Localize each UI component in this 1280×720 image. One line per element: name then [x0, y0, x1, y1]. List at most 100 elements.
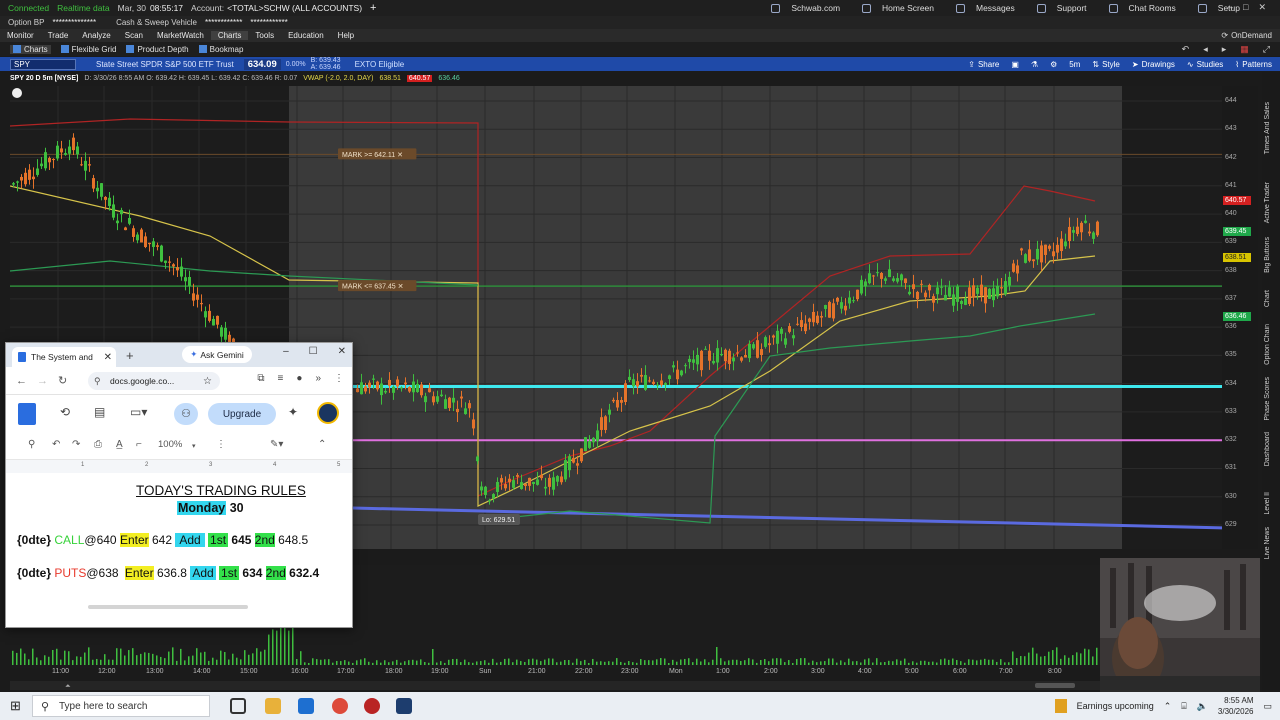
- symbol-input[interactable]: SPY: [10, 58, 76, 70]
- chart-scrollbar[interactable]: ⏶: [10, 681, 1222, 690]
- menu-analyze[interactable]: Analyze: [75, 31, 117, 40]
- news-widget[interactable]: Earnings upcoming: [1077, 701, 1154, 711]
- info-icon[interactable]: [12, 88, 22, 98]
- undo-icon[interactable]: ↶: [1182, 44, 1190, 55]
- ask-gemini-button[interactable]: ✦ Ask Gemini: [182, 346, 252, 363]
- share-button[interactable]: ⇪ Share: [968, 60, 999, 69]
- close-icon[interactable]: ✕: [338, 346, 346, 357]
- sidebar-tab[interactable]: Times And Sales: [1264, 102, 1271, 154]
- menu-kebab-icon[interactable]: ⋮: [334, 373, 344, 384]
- flask-icon[interactable]: ⚗: [1031, 60, 1038, 69]
- taskbar-clock[interactable]: 8:55 AM 3/30/2026: [1218, 695, 1254, 717]
- minimize-icon[interactable]: –: [283, 346, 289, 357]
- tray-chevron-icon[interactable]: ⌃: [1164, 701, 1172, 712]
- more-icon[interactable]: ⋮: [216, 439, 226, 450]
- browser-window-controls[interactable]: – ☐ ✕: [283, 346, 346, 357]
- collapse-icon[interactable]: ⌃: [318, 439, 326, 450]
- tab-charts[interactable]: Charts: [10, 44, 51, 54]
- sidebar-tab[interactable]: Dashboard: [1264, 432, 1271, 466]
- menu-trade[interactable]: Trade: [41, 31, 76, 40]
- sidebar-tab[interactable]: Chart: [1264, 290, 1271, 307]
- menu-scan[interactable]: Scan: [118, 31, 150, 40]
- chrome-icon[interactable]: [332, 698, 348, 714]
- reload-icon[interactable]: ↻: [58, 374, 67, 387]
- add-account-icon[interactable]: +: [370, 2, 376, 14]
- recorder-icon[interactable]: [364, 698, 380, 714]
- menu-charts[interactable]: Charts: [210, 31, 249, 40]
- profile-icon[interactable]: ●: [296, 373, 302, 384]
- google-docs-window[interactable]: The System and ✕ + ✦ Ask Gemini – ☐ ✕ ← →…: [5, 342, 353, 628]
- menu-education[interactable]: Education: [281, 31, 331, 40]
- back-icon[interactable]: ←: [16, 375, 27, 387]
- support-link[interactable]: Support: [1029, 3, 1087, 13]
- expand-icon[interactable]: ⤢: [1263, 44, 1270, 55]
- close-tab-icon[interactable]: ✕: [104, 352, 112, 363]
- forward-icon[interactable]: →: [37, 375, 48, 387]
- thinkorswim-icon[interactable]: [396, 698, 412, 714]
- sidebar-tab[interactable]: Option Chain: [1264, 324, 1271, 365]
- sidebar-tab[interactable]: Live News: [1264, 527, 1271, 559]
- print-icon[interactable]: ⎙: [94, 439, 102, 450]
- windows-start-icon[interactable]: ⊞: [10, 698, 21, 714]
- menu-help[interactable]: Help: [331, 31, 361, 40]
- zoom-chevron-icon[interactable]: ▾: [192, 442, 196, 450]
- menu-marketwatch[interactable]: MarketWatch: [150, 31, 211, 40]
- new-tab-icon[interactable]: +: [126, 348, 134, 363]
- tab-product-depth[interactable]: Product Depth: [126, 45, 189, 54]
- scroll-thumb[interactable]: [1035, 683, 1075, 688]
- more-tabs-icon[interactable]: »: [315, 373, 321, 384]
- ondemand-button[interactable]: ⟳ OnDemand: [1221, 29, 1272, 42]
- media-icon[interactable]: ≡: [278, 373, 284, 384]
- home-screen-link[interactable]: Home Screen: [854, 3, 934, 13]
- gear-icon[interactable]: ⚙: [1050, 60, 1057, 69]
- share-person-icon[interactable]: ⚇: [174, 403, 198, 425]
- timeframe-select[interactable]: 5m: [1069, 60, 1080, 69]
- browser-tab[interactable]: The System and ✕: [12, 347, 116, 367]
- back-icon[interactable]: ◂: [1203, 44, 1208, 55]
- bookmark-star-icon[interactable]: ☆: [203, 376, 212, 387]
- meet-icon[interactable]: ▭▾: [130, 405, 147, 419]
- forward-icon[interactable]: ▸: [1222, 44, 1227, 55]
- vwap-study-label[interactable]: VWAP (-2.0, 2.0, DAY): [303, 75, 373, 82]
- save-icon[interactable]: ▣: [1011, 60, 1019, 69]
- url-bar[interactable]: ⚲ docs.google.co... ☆: [88, 372, 220, 390]
- volume-icon[interactable]: 🔈: [1197, 701, 1208, 712]
- task-view-icon[interactable]: [230, 698, 246, 714]
- notifications-icon[interactable]: ▭: [1263, 701, 1272, 712]
- drawings-button[interactable]: ➤ Drawings: [1132, 60, 1175, 69]
- search-icon[interactable]: ⚲: [28, 439, 35, 450]
- avatar[interactable]: [317, 402, 339, 424]
- tab-bookmap[interactable]: Bookmap: [198, 45, 243, 54]
- scroll-left-icon[interactable]: ⏶: [65, 683, 71, 691]
- style-button[interactable]: ⇅ Style: [1092, 60, 1120, 69]
- maximize-icon[interactable]: ☐: [309, 346, 318, 357]
- sidebar-tab[interactable]: Big Buttons: [1264, 237, 1271, 273]
- account-selector[interactable]: <TOTAL>SCHW (ALL ACCOUNTS): [227, 3, 362, 13]
- patterns-button[interactable]: ⌇ Patterns: [1235, 60, 1272, 69]
- studies-button[interactable]: ∿ Studies: [1187, 60, 1223, 69]
- schwab-link[interactable]: Schwab.com: [763, 3, 840, 13]
- upgrade-button[interactable]: Upgrade: [208, 403, 276, 425]
- time-axis[interactable]: 11:00 12:00 13:00 14:00 15:00 16:00 17:00 18:00…: [10, 668, 1222, 678]
- menu-monitor[interactable]: Monitor: [0, 31, 41, 40]
- tab-flexible-grid[interactable]: Flexible Grid: [60, 45, 116, 54]
- layout-grid-icon[interactable]: ▦: [1240, 44, 1249, 55]
- redo-icon[interactable]: ↷: [72, 439, 80, 450]
- site-info-icon[interactable]: ⚲: [94, 376, 101, 387]
- zoom-select[interactable]: 100%: [158, 439, 182, 450]
- document-page[interactable]: TODAY'S TRADING RULES Monday 30 {0dte} C…: [6, 473, 352, 613]
- gemini-star-icon[interactable]: ✦: [288, 405, 298, 419]
- sidebar-tab[interactable]: Phase Scores: [1264, 377, 1271, 421]
- paint-format-icon[interactable]: ⌐: [136, 439, 142, 450]
- history-icon[interactable]: ⟲: [60, 405, 70, 419]
- doc-scrollbar[interactable]: [88, 605, 248, 609]
- google-docs-logo-icon[interactable]: [18, 403, 36, 425]
- price-axis[interactable]: 644 643 642 641 640 639 638 637 636 635 634 633 632 6…: [1222, 86, 1258, 549]
- undo-icon[interactable]: ↶: [52, 439, 60, 450]
- store-icon[interactable]: [298, 698, 314, 714]
- sidebar-tab[interactable]: Active Trader: [1264, 182, 1271, 223]
- taskbar-search[interactable]: ⚲ Type here to search: [32, 695, 210, 717]
- spellcheck-icon[interactable]: A̲: [116, 439, 123, 450]
- comments-icon[interactable]: ▤: [94, 405, 105, 419]
- menu-tools[interactable]: Tools: [248, 31, 281, 40]
